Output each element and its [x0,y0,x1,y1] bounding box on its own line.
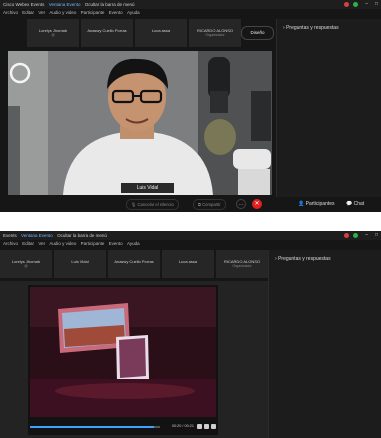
menu-editar[interactable]: Editar [22,241,34,246]
fullscreen-icon[interactable] [204,424,209,429]
menu-editar[interactable]: Editar [22,10,34,15]
qa-panel-title[interactable]: › Preguntas y respuestas [283,25,339,31]
volume-icon[interactable] [197,424,202,429]
participant-sub: @ [24,264,28,268]
layout-label: Diseño [250,30,265,35]
participants-label: Participantes [305,201,335,207]
menu-evento[interactable]: Evento [109,241,123,246]
webex-screenshot-speaker-view: Cisco Webex Events Ventana Evento Oculta… [0,0,381,212]
qa-panel-title[interactable]: › Preguntas y respuestas [275,256,331,262]
layout-button[interactable]: Diseño [241,26,274,40]
meeting-controls: 🎙 Cancelar el silencio ⧉ Compartir … ✕ 👤… [0,197,381,210]
unmute-label: Cancelar el silencio [137,202,174,207]
record-indicator-icon [344,2,350,7]
participant-tile[interactable]: Anaswy Cuello Porras [81,19,133,47]
app-title: Cisco Webex Events [3,2,45,7]
title-bar: Cisco Webex Events Ventana Evento Oculta… [0,0,381,9]
menu-ayuda[interactable]: Ayuda [127,241,140,246]
menu-ver[interactable]: Ver [38,241,45,246]
window-controls: – □ [344,1,378,8]
events-window-menu[interactable]: Ventana Evento [49,2,81,7]
record-indicator-icon [344,233,350,238]
participant-name: Luis Vidal [71,259,89,264]
maximize-icon[interactable]: □ [375,232,378,239]
media-progress-fill [30,426,154,428]
media-controls: 00:20 / 00:21 [30,422,216,432]
speaker-video-frame [8,51,272,195]
shared-video-scene [30,287,216,417]
speaker-name-tag: Luis Vidal [121,183,174,193]
menu-participante[interactable]: Participante [81,241,105,246]
participant-tile[interactable]: Anaswy Cuello Porras [108,250,160,278]
chat-button[interactable]: 💬 Chat [346,199,364,209]
chat-label: Chat [353,201,365,207]
share-button[interactable]: ⧉ Compartir [193,199,226,210]
hide-menu-bar[interactable]: Ocultar la barra de menú [85,2,135,7]
participant-tile[interactable]: Luca assa [135,19,187,47]
participants-icon: 👤 [298,201,306,207]
media-progress-track[interactable] [30,426,160,428]
chat-icon: 💬 [346,201,354,207]
share-label: Compartir [202,202,221,207]
unmute-button[interactable]: 🎙 Cancelar el silencio [126,199,179,210]
participant-name: Luca assa [151,28,171,33]
participant-tile[interactable]: Lorelys Jhomab @ [0,250,52,278]
title-bar: Events Ventana Evento Ocultar la barra d… [0,231,381,240]
window-controls: – □ [344,232,378,239]
minimize-icon[interactable]: – [365,1,368,8]
menu-ayuda[interactable]: Ayuda [127,10,140,15]
menu-archivo[interactable]: Archivo [3,10,18,15]
qa-panel-label: Preguntas y respuestas [278,256,331,262]
participant-tile[interactable]: Lorelys Jhomab @ [27,19,79,47]
shared-video-frame [30,287,216,417]
menu-participante[interactable]: Participante [81,10,105,15]
participant-tile[interactable]: RICARDO ALONSO Organizador [216,250,268,278]
shared-video-window: 00:20 / 00:21 [28,285,218,435]
maximize-icon[interactable]: □ [375,1,378,8]
participants-strip: Lorelys Jhomab @ Luis Vidal Anaswy Cuello… [0,250,268,278]
participant-name: Anaswy Cuello Porras [114,259,154,264]
menu-archivo[interactable]: Archivo [3,241,18,246]
status-indicator-icon [353,2,359,7]
qa-panel-label: Preguntas y respuestas [286,25,339,31]
webex-screenshot-content-share: Events Ventana Evento Ocultar la barra d… [0,231,381,438]
participants-strip: Lorelys Jhomab @ Anaswy Cuello Porras Luc… [27,19,241,47]
qa-panel: › Preguntas y respuestas [268,250,381,438]
menu-evento[interactable]: Evento [109,10,123,15]
app-title: Events [3,233,17,238]
participant-tile[interactable]: Luca assa [162,250,214,278]
menu-bar: Archivo Editar Ver Audio y video Partici… [0,240,381,248]
more-icon[interactable]: … [236,199,246,209]
speaker-video [8,51,272,195]
menu-audio-video[interactable]: Audio y video [49,241,76,246]
minimize-icon[interactable]: – [365,232,368,239]
participants-button[interactable]: 👤 Participantes [298,199,335,209]
participant-sub: Organizador [232,264,252,268]
media-time: 00:20 / 00:21 [171,424,194,428]
menu-audio-video[interactable]: Audio y video [49,10,76,15]
status-indicator-icon [353,233,359,238]
hide-menu-bar[interactable]: Ocultar la barra de menú [57,233,107,238]
qa-panel: › Preguntas y respuestas [276,19,381,197]
menu-ver[interactable]: Ver [38,10,45,15]
participant-tile[interactable]: Luis Vidal [54,250,106,278]
participant-sub: @ [51,33,55,37]
participant-name: Anaswy Cuello Porras [87,28,127,33]
events-window-menu[interactable]: Ventana Evento [21,233,53,238]
participant-tile[interactable]: RICARDO ALONSO Organizador [189,19,241,47]
end-call-icon[interactable]: ✕ [252,199,262,209]
participant-sub: Organizador [205,33,225,37]
settings-icon[interactable] [211,424,216,429]
menu-bar: Archivo Editar Ver Audio y video Partici… [0,9,381,17]
participant-name: Luca assa [178,259,198,264]
